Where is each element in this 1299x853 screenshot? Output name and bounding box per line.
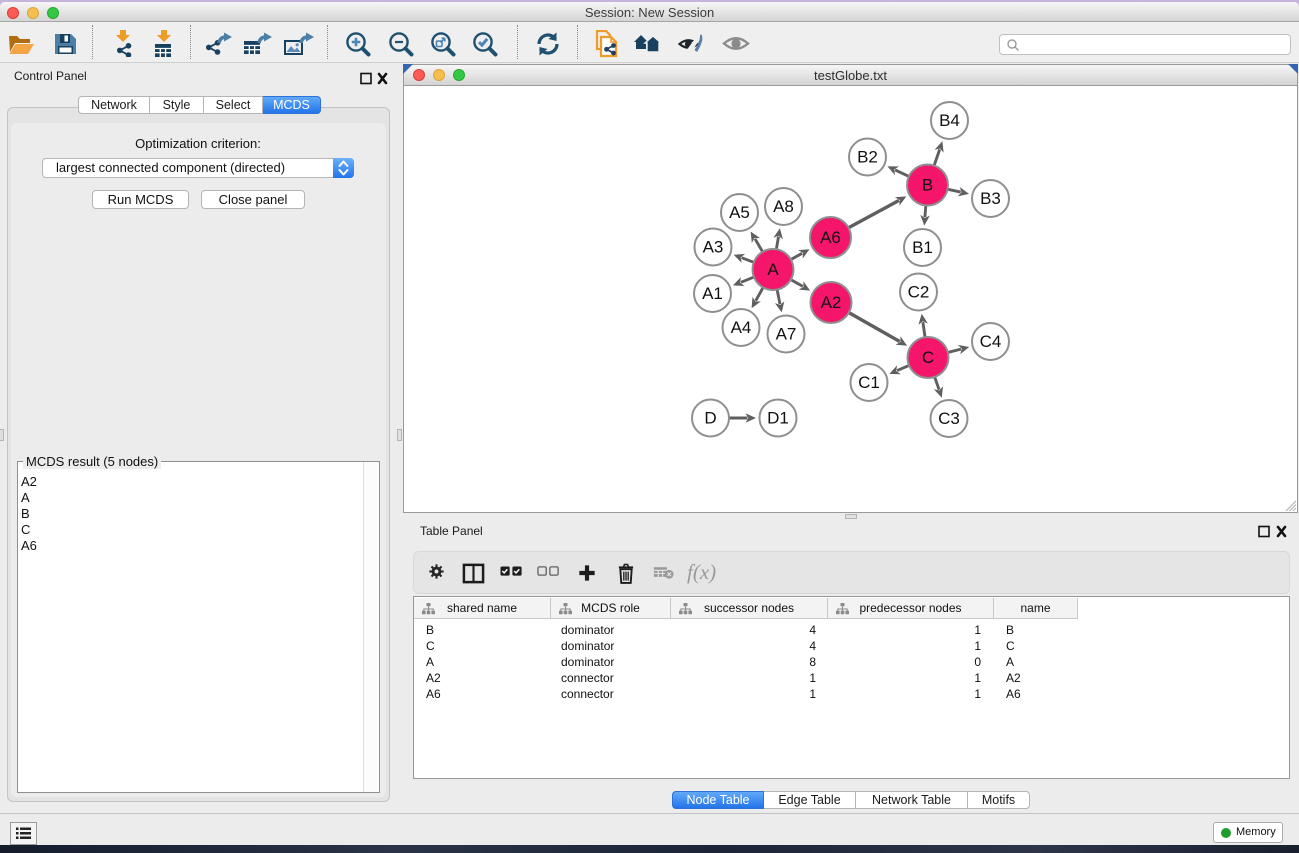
svg-text:A7: A7 <box>776 325 797 344</box>
svg-text:B: B <box>922 176 933 195</box>
svg-text:B4: B4 <box>939 111 960 130</box>
svg-text:B3: B3 <box>980 189 1001 208</box>
svg-text:A5: A5 <box>729 203 750 222</box>
svg-text:D: D <box>704 409 716 428</box>
svg-text:A1: A1 <box>702 284 723 303</box>
svg-text:C1: C1 <box>858 373 880 392</box>
svg-text:A: A <box>767 260 779 279</box>
svg-text:B2: B2 <box>857 148 878 167</box>
svg-text:C4: C4 <box>980 332 1002 351</box>
svg-text:C: C <box>922 348 934 367</box>
svg-text:B1: B1 <box>912 238 933 257</box>
svg-text:D1: D1 <box>767 409 789 428</box>
svg-text:A4: A4 <box>731 318 752 337</box>
svg-text:C3: C3 <box>938 409 960 428</box>
svg-text:A6: A6 <box>820 228 841 247</box>
svg-text:C2: C2 <box>908 283 930 302</box>
svg-text:A2: A2 <box>821 293 842 312</box>
svg-text:A8: A8 <box>773 197 794 216</box>
svg-text:A3: A3 <box>703 238 724 257</box>
